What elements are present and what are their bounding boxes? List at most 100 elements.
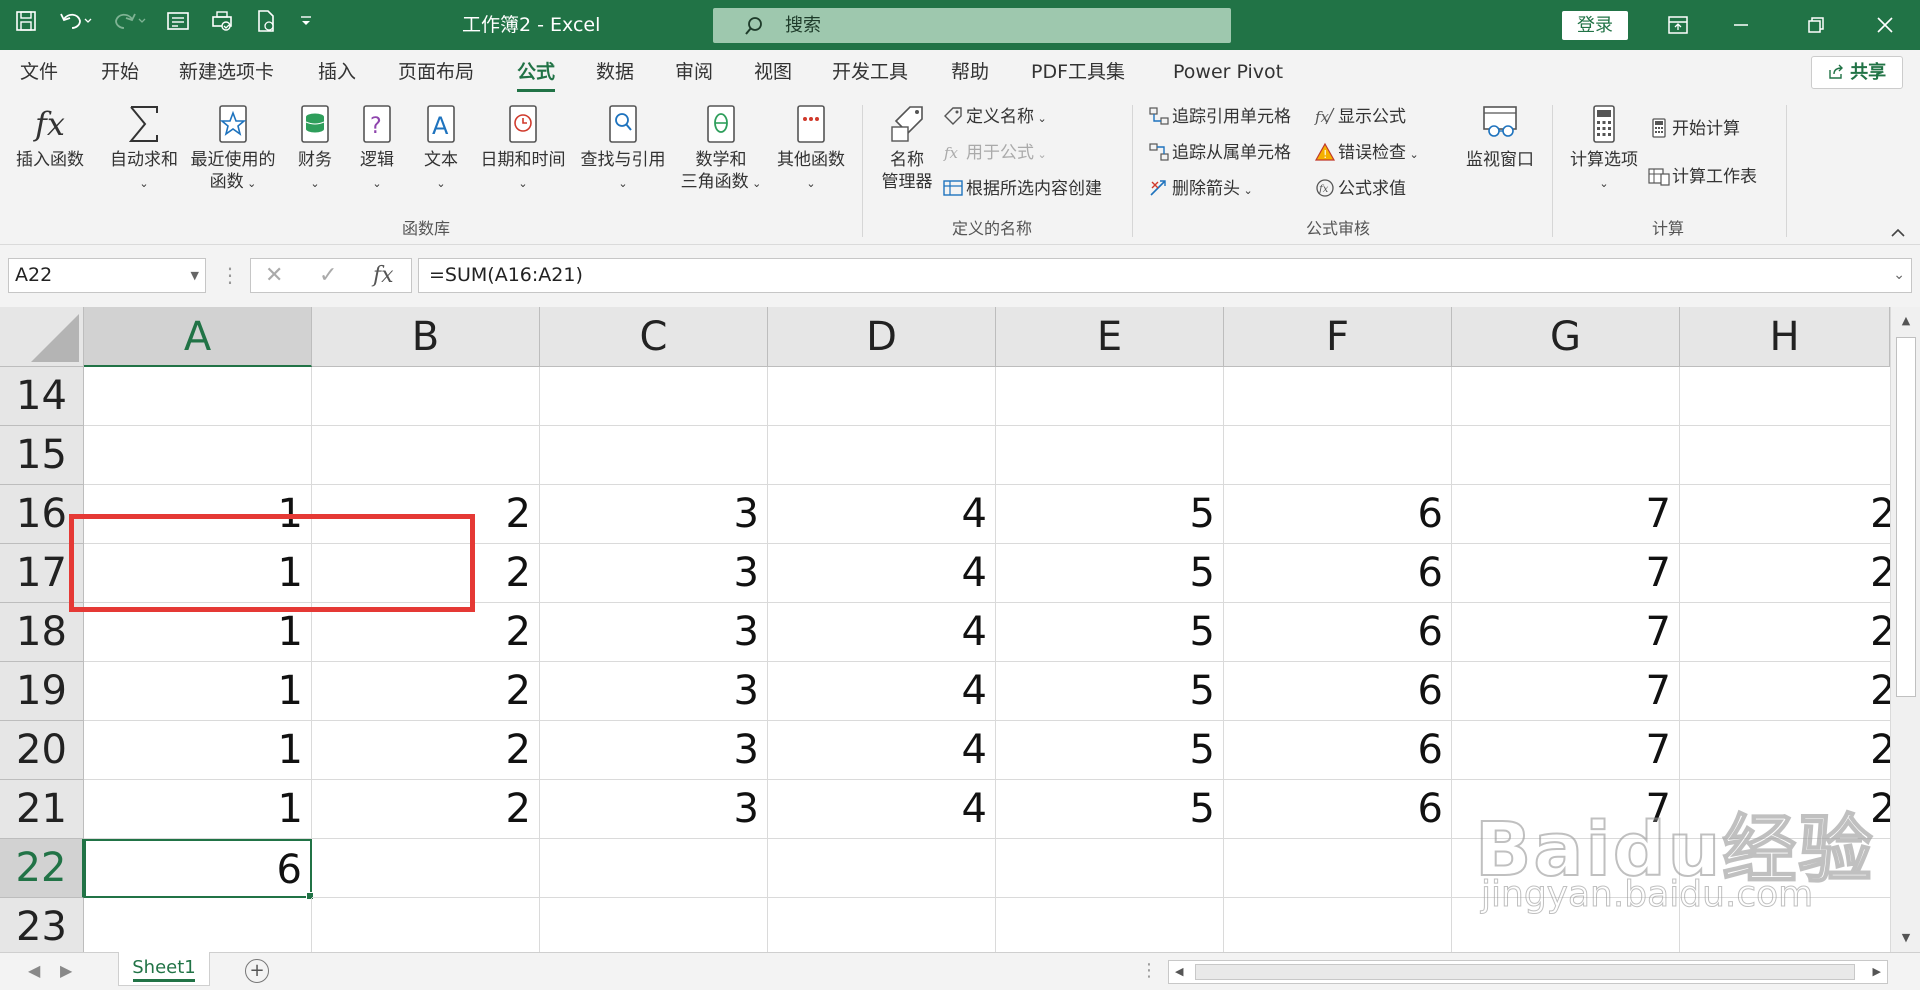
cell-d20[interactable]: 4: [768, 721, 996, 780]
tab-power-pivot[interactable]: Power Pivot: [1173, 50, 1283, 95]
cell-b22[interactable]: [312, 839, 540, 898]
cell-g14[interactable]: [1452, 367, 1680, 426]
enter-icon[interactable]: ✓: [319, 259, 337, 292]
cell-d14[interactable]: [768, 367, 996, 426]
trace-dependents-button[interactable]: 追踪从属单元格: [1148, 141, 1291, 165]
cell-b23[interactable]: [312, 898, 540, 957]
row-header-16[interactable]: 16: [0, 485, 84, 544]
restore-icon[interactable]: [1786, 0, 1846, 50]
cell-b19[interactable]: 2: [312, 662, 540, 721]
cell-g15[interactable]: [1452, 426, 1680, 485]
column-header-d[interactable]: D: [768, 307, 996, 367]
cell-g17[interactable]: 7: [1452, 544, 1680, 603]
redo-icon[interactable]: [112, 0, 146, 50]
ribbon-display-icon[interactable]: [1648, 0, 1708, 50]
vertical-scroll-thumb[interactable]: [1896, 337, 1916, 697]
autosum-button[interactable]: 自动求和 ⌄: [106, 103, 182, 195]
trace-precedents-button[interactable]: 追踪引用单元格: [1148, 105, 1291, 129]
cell-d19[interactable]: 4: [768, 662, 996, 721]
insert-function-button[interactable]: fx 插入函数: [12, 103, 88, 171]
finance-button[interactable]: 财务 ⌄: [290, 103, 340, 195]
cancel-icon[interactable]: ✕: [265, 259, 283, 292]
cell-a19[interactable]: 1: [84, 662, 312, 721]
chevron-down-icon[interactable]: ▼: [191, 259, 199, 292]
form-icon[interactable]: [166, 0, 190, 50]
cell-g22[interactable]: [1452, 839, 1680, 898]
define-name-button[interactable]: 定义名称 ⌄: [942, 105, 1047, 131]
cell-f23[interactable]: [1224, 898, 1452, 957]
cell-d16[interactable]: 4: [768, 485, 996, 544]
cell-f22[interactable]: [1224, 839, 1452, 898]
cell-d21[interactable]: 4: [768, 780, 996, 839]
cell-d22[interactable]: [768, 839, 996, 898]
scroll-down-icon[interactable]: ▼: [1896, 928, 1916, 948]
split-handle-icon[interactable]: ⋮: [1140, 953, 1158, 989]
row-header-18[interactable]: 18: [0, 603, 84, 662]
cell-f14[interactable]: [1224, 367, 1452, 426]
sheet-tab-sheet1[interactable]: Sheet1: [118, 952, 210, 986]
cell-h22[interactable]: [1680, 839, 1890, 898]
vertical-scrollbar[interactable]: ▲ ▼: [1890, 307, 1920, 952]
cell-g18[interactable]: 7: [1452, 603, 1680, 662]
expand-formula-icon[interactable]: ⌄: [1893, 259, 1905, 292]
print-preview-icon[interactable]: [210, 0, 234, 50]
evaluate-formula-button[interactable]: fx 公式求值: [1314, 177, 1406, 201]
row-header-15[interactable]: 15: [0, 426, 84, 485]
next-sheet-icon[interactable]: ▶: [60, 953, 72, 989]
save-icon[interactable]: [14, 0, 38, 50]
cell-e19[interactable]: 5: [996, 662, 1224, 721]
cell-f17[interactable]: 6: [1224, 544, 1452, 603]
horizontal-scrollbar[interactable]: ◀ ▶: [1168, 960, 1888, 984]
column-header-e[interactable]: E: [996, 307, 1224, 367]
prev-sheet-icon[interactable]: ◀: [28, 953, 40, 989]
cell-b16[interactable]: 2: [312, 485, 540, 544]
cell-f15[interactable]: [1224, 426, 1452, 485]
cell-g23[interactable]: [1452, 898, 1680, 957]
cell-c20[interactable]: 3: [540, 721, 768, 780]
scroll-left-icon[interactable]: ◀: [1175, 961, 1183, 983]
cell-d17[interactable]: 4: [768, 544, 996, 603]
cell-c17[interactable]: 3: [540, 544, 768, 603]
cell-d23[interactable]: [768, 898, 996, 957]
cell-g16[interactable]: 7: [1452, 485, 1680, 544]
tab-review[interactable]: 审阅: [675, 50, 713, 95]
cell-g19[interactable]: 7: [1452, 662, 1680, 721]
cell-e16[interactable]: 5: [996, 485, 1224, 544]
cell-h15[interactable]: [1680, 426, 1890, 485]
more-functions-button[interactable]: 其他函数 ⌄: [772, 103, 850, 195]
cell-e22[interactable]: [996, 839, 1224, 898]
cell-f19[interactable]: 6: [1224, 662, 1452, 721]
cell-c23[interactable]: [540, 898, 768, 957]
cell-h21[interactable]: 28: [1680, 780, 1890, 839]
cell-e20[interactable]: 5: [996, 721, 1224, 780]
cell-a22[interactable]: 6: [84, 839, 314, 900]
column-header-h[interactable]: H: [1680, 307, 1890, 367]
column-header-g[interactable]: G: [1452, 307, 1680, 367]
column-header-a[interactable]: A: [84, 307, 312, 367]
datetime-button[interactable]: 日期和时间 ⌄: [476, 103, 570, 195]
cell-a14[interactable]: [84, 367, 312, 426]
tab-developer[interactable]: 开发工具: [832, 50, 908, 95]
cell-f18[interactable]: 6: [1224, 603, 1452, 662]
collapse-ribbon-icon[interactable]: [1890, 223, 1906, 242]
row-header-20[interactable]: 20: [0, 721, 84, 780]
cell-f20[interactable]: 6: [1224, 721, 1452, 780]
select-all-corner[interactable]: [0, 307, 84, 367]
cell-h18[interactable]: 28: [1680, 603, 1890, 662]
search-box[interactable]: 搜索: [713, 8, 1231, 43]
undo-icon[interactable]: [58, 0, 92, 50]
insert-function-icon[interactable]: fx: [373, 259, 394, 292]
cell-h16[interactable]: 28: [1680, 485, 1890, 544]
cell-a15[interactable]: [84, 426, 312, 485]
tab-view[interactable]: 视图: [754, 50, 792, 95]
create-from-selection-button[interactable]: 根据所选内容创建: [942, 177, 1102, 201]
calc-options-button[interactable]: 计算选项 ⌄: [1566, 103, 1642, 195]
tab-home[interactable]: 开始: [101, 50, 139, 95]
cell-d15[interactable]: [768, 426, 996, 485]
cell-a18[interactable]: 1: [84, 603, 312, 662]
cell-e23[interactable]: [996, 898, 1224, 957]
tab-page-layout[interactable]: 页面布局: [398, 50, 474, 95]
column-header-c[interactable]: C: [540, 307, 768, 367]
drag-handle-icon[interactable]: ⋮: [220, 258, 240, 293]
minimize-icon[interactable]: [1711, 0, 1771, 50]
